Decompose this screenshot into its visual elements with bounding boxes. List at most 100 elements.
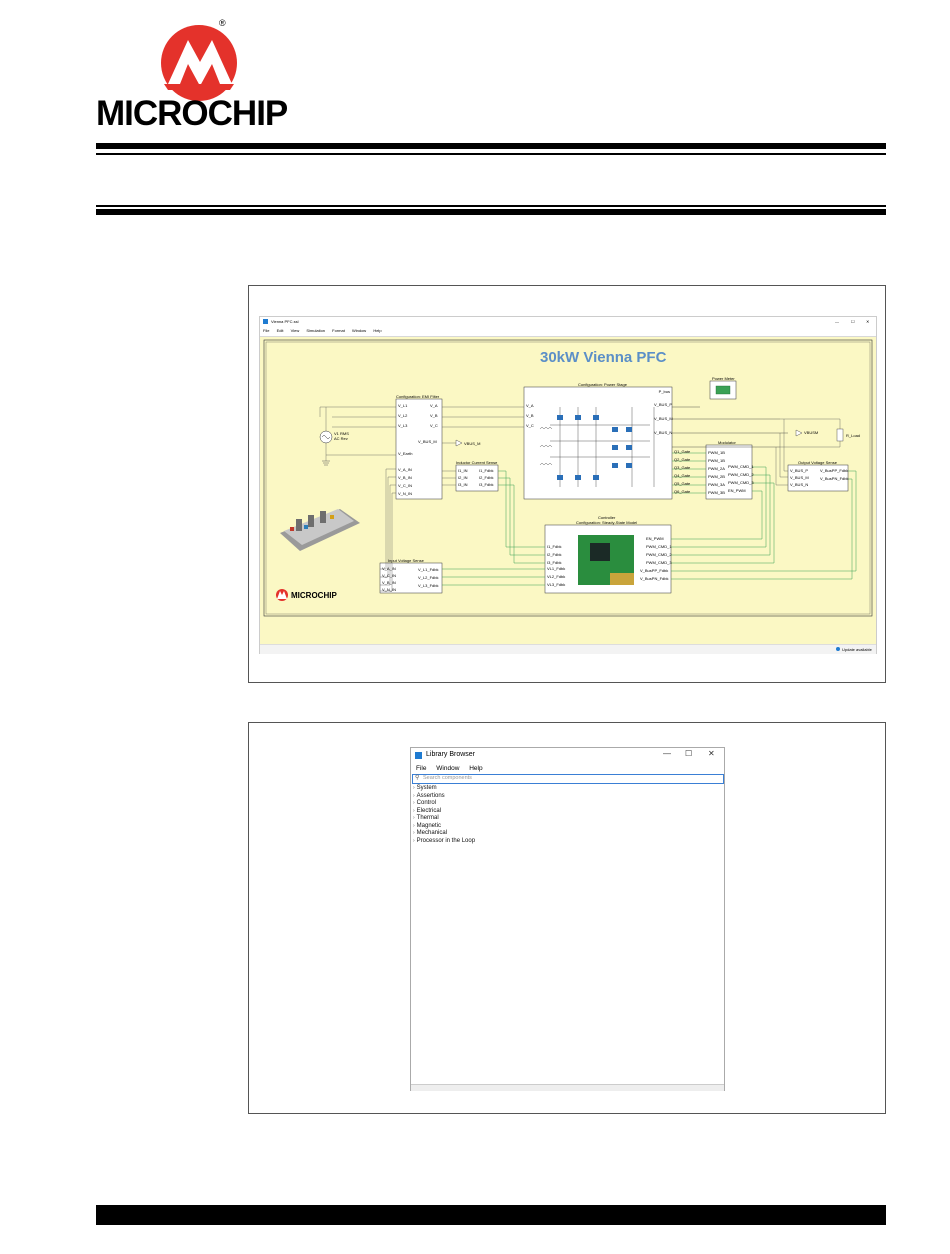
library-browser-window: Library Browser — ☐ ✕ File Window Help ⚲… <box>410 747 725 1091</box>
menu-help[interactable]: Help <box>469 765 482 772</box>
schematic-menubar: File Edit View Simulation Format Window … <box>263 328 388 334</box>
port: I3_Fdbk <box>479 482 494 487</box>
chevron-right-icon: › <box>413 800 415 806</box>
port: V_L3_Fdbk <box>418 583 439 588</box>
menu-file[interactable]: File <box>263 328 269 333</box>
port: VL3_Fdbk <box>547 582 566 587</box>
tree-item-mechanical[interactable]: › Mechanical <box>413 830 475 838</box>
library-titlebar[interactable]: Library Browser — ☐ ✕ <box>411 748 724 764</box>
menu-format[interactable]: Format <box>332 328 345 333</box>
schematic-titlebar[interactable]: Vienna PFC.ssl — ☐ ✕ <box>260 317 876 327</box>
library-maximize-button[interactable]: ☐ <box>685 749 692 758</box>
figure-library-browser: Library Browser — ☐ ✕ File Window Help ⚲… <box>248 722 886 1114</box>
port: V_C_IN <box>398 483 413 488</box>
port: V_A_IN <box>382 566 396 571</box>
tree-item-system[interactable]: › System <box>413 785 475 793</box>
tree-item-control[interactable]: › Control <box>413 800 475 808</box>
port: V_L2 <box>398 413 408 418</box>
port: V_N_IN <box>382 587 397 592</box>
emi-filter-left-ports: V_L1 V_L2 V_L3 V_Earth <box>398 403 412 456</box>
header-rule-top-thick <box>96 143 886 149</box>
app-icon <box>263 319 268 324</box>
tree-item-label: Processor in the Loop <box>416 837 476 844</box>
footer-bar <box>96 1205 886 1225</box>
output-voltage-title: Output Voltage Sense <box>798 460 837 465</box>
tree-item-thermal[interactable]: › Thermal <box>413 815 475 823</box>
port: V_BUS_M <box>790 475 809 480</box>
schematic-window-title: Vienna PFC.ssl <box>271 319 299 324</box>
port: V_A <box>430 403 438 408</box>
port: I1_Fdbk <box>547 544 562 549</box>
port: I2_Fdbk <box>547 552 562 557</box>
controller-left-ports: I1_Fdbk I2_Fdbk I3_Fdbk <box>547 544 561 565</box>
menu-edit[interactable]: Edit <box>277 328 284 333</box>
input-voltage-right-ports: V_L1_Fdbk V_L2_Fdbk V_L3_Fdbk <box>418 567 438 588</box>
chevron-right-icon: › <box>413 785 415 791</box>
header-rule-top-thin <box>96 153 886 155</box>
power-stage-right-ports: P_bus V_BUS_P V_BUS_M V_BUS_N <box>654 389 673 435</box>
header-rule-bottom-thick <box>96 209 886 215</box>
menu-window[interactable]: Window <box>436 765 459 772</box>
chevron-right-icon: › <box>413 837 415 844</box>
port: PWM_3B <box>708 490 725 495</box>
port: V_A_IN <box>398 467 412 472</box>
modulator-title: Modulator <box>718 440 736 445</box>
port: PWM_CMD_3 <box>728 480 754 485</box>
tree-item-assertions[interactable]: › Assertions <box>413 793 475 801</box>
port: PWM_CMD_1 <box>728 464 754 469</box>
update-available-link[interactable]: Update available <box>842 647 872 652</box>
minimize-button[interactable]: — <box>835 319 839 324</box>
menu-simulation[interactable]: Simulation <box>306 328 325 333</box>
library-minimize-button[interactable]: — <box>663 749 671 758</box>
port: Q3_Gate <box>674 465 691 470</box>
chevron-right-icon: › <box>413 822 415 829</box>
menu-window[interactable]: Window <box>352 328 366 333</box>
port: I3_Fdbk <box>547 560 562 565</box>
close-button[interactable]: ✕ <box>866 319 869 324</box>
port: V_B_IN <box>382 580 396 585</box>
port: Q1_Gate <box>674 449 691 454</box>
search-box[interactable]: ⚲ Search components <box>412 774 724 784</box>
chevron-right-icon: › <box>413 815 415 821</box>
search-input[interactable]: Search components <box>423 775 472 781</box>
port: V_BUS_M <box>654 416 673 421</box>
tree-item-electrical[interactable]: › Electrical <box>413 808 475 816</box>
menu-file[interactable]: File <box>416 765 426 772</box>
schematic-logo-text: MICROCHIP <box>291 591 337 600</box>
tree-item-magnetic[interactable]: › Magnetic <box>413 823 475 831</box>
power-meter-title: Power Meter <box>712 376 735 381</box>
port: Q2_Gate <box>674 457 691 462</box>
input-voltage-left-ports: V_A_IN V_C_IN V_B_IN V_N_IN <box>382 566 396 592</box>
power-stage-left-ports: V_A V_B V_C <box>526 403 534 428</box>
inductor-current-right-ports: I1_Fdbk I2_Fdbk I3_Fdbk <box>479 468 493 487</box>
library-close-button[interactable]: ✕ <box>708 749 715 758</box>
power-stage-title: Configuration: Power Stage <box>578 382 627 387</box>
maximize-button[interactable]: ☐ <box>851 319 855 324</box>
menu-view[interactable]: View <box>291 328 300 333</box>
tree-item-processor-in-the-loop[interactable]: › Processor in the Loop <box>413 838 475 846</box>
header-rule-bottom-thin <box>96 205 886 207</box>
port: EN_PWM <box>728 488 746 493</box>
chevron-right-icon: › <box>413 830 415 836</box>
port: I3_IN <box>458 482 468 487</box>
port: I1_Fdbk <box>479 468 494 473</box>
microchip-logo: ® MICROCHIP <box>96 18 306 133</box>
tree-item-label: System <box>416 785 437 791</box>
port: V_BUS_P <box>654 402 673 407</box>
port: VL1_Fdbk <box>547 566 566 571</box>
emi-filter-title: Configuration: EMI Filter <box>396 394 440 399</box>
modulator-left-ports: PWM_1B PWM_1B PWM_2A PWM_2B PWM_3A PWM_3… <box>708 450 725 495</box>
port: V_B_IN <box>398 475 412 480</box>
input-voltage-title: Input Voltage Sense <box>388 558 424 563</box>
port: V_L2_Fdbk <box>418 575 439 580</box>
port: PWM_CMD_2 <box>646 552 672 557</box>
tree-item-label: Control <box>416 800 437 806</box>
load-label: R_Load <box>846 433 861 438</box>
schematic-canvas[interactable]: 30kW Vienna PFC V1 RMS AC Rev Configurat… <box>260 336 876 645</box>
port: PWM_3A <box>708 482 725 487</box>
figure-vienna-pfc: Vienna PFC.ssl — ☐ ✕ File Edit View Simu… <box>248 285 886 683</box>
menu-help[interactable]: Help <box>373 328 381 333</box>
status-bar: Update available <box>260 644 876 654</box>
port: V_B <box>526 413 534 418</box>
port: V_C <box>526 423 534 428</box>
